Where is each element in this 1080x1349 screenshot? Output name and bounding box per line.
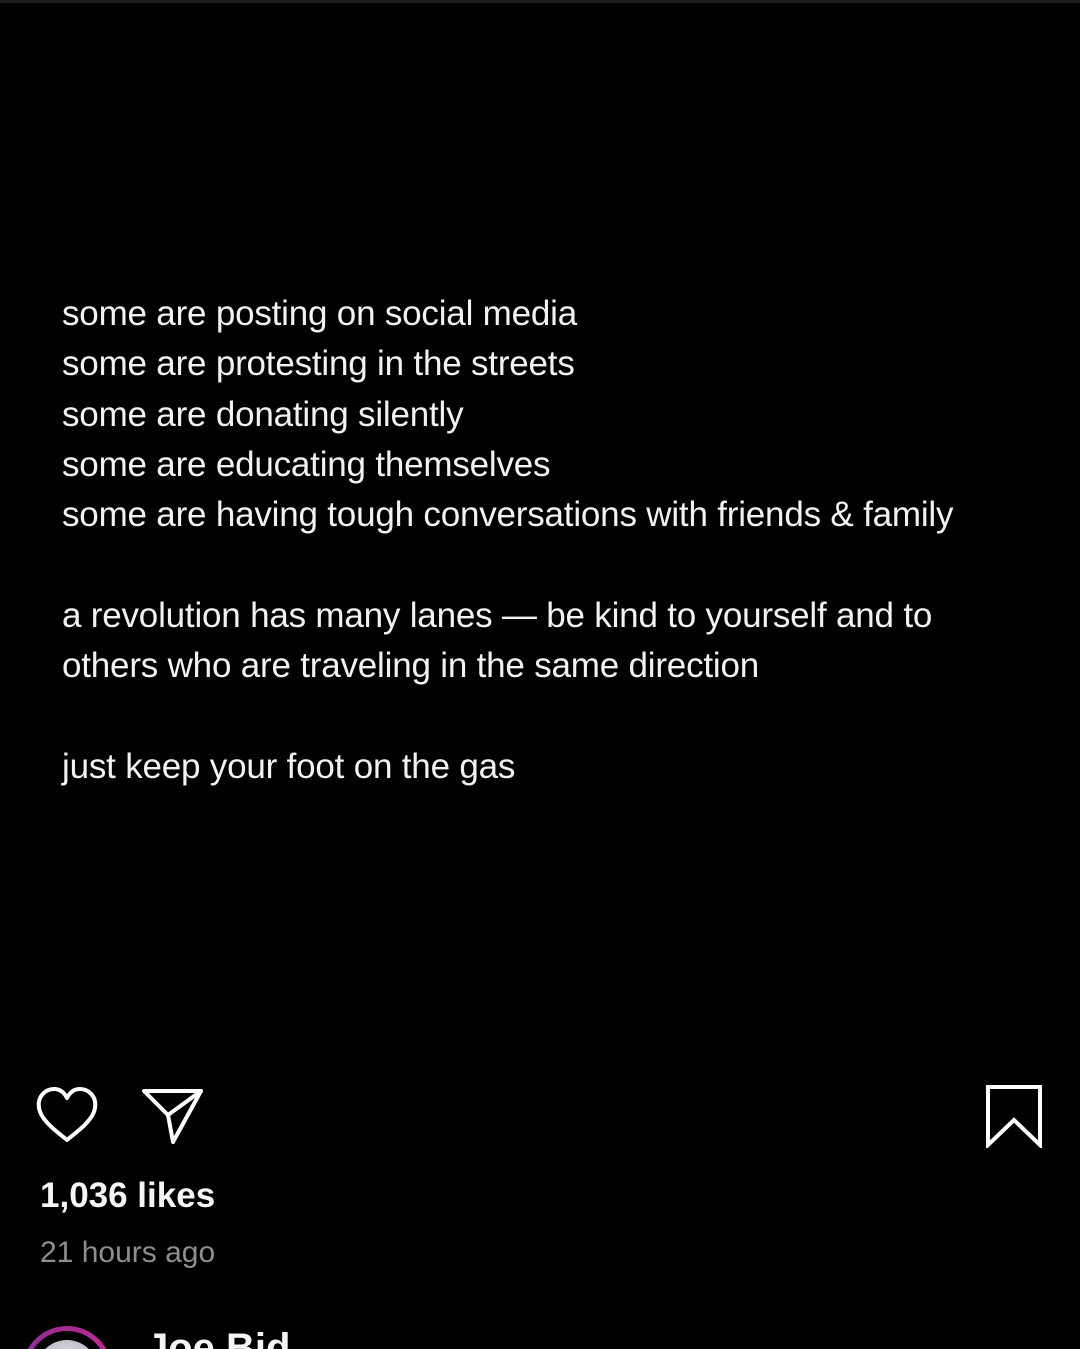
bookmark-icon bbox=[986, 1085, 1042, 1150]
save-button[interactable] bbox=[984, 1084, 1044, 1150]
action-bar bbox=[0, 1080, 1080, 1150]
post-text-line: some are donating silently bbox=[62, 394, 464, 434]
author-username[interactable]: Joe Bid bbox=[146, 1326, 290, 1349]
likes-count[interactable]: 1,036 likes bbox=[40, 1176, 215, 1216]
post-image[interactable]: some are posting on social media some ar… bbox=[0, 3, 1080, 1050]
post-text-line: some are having tough conversations with… bbox=[62, 495, 954, 535]
heart-icon bbox=[36, 1087, 98, 1142]
like-button[interactable] bbox=[35, 1086, 99, 1146]
share-button[interactable] bbox=[140, 1084, 206, 1146]
post-text-line: a revolution has many lanes — be kind to… bbox=[62, 595, 933, 635]
avatar-ring-gap bbox=[27, 1331, 107, 1349]
author-row[interactable]: Joe Bid bbox=[0, 1320, 1080, 1349]
post-text-line: just keep your foot on the gas bbox=[62, 746, 516, 786]
avatar[interactable] bbox=[22, 1326, 112, 1349]
paper-plane-icon bbox=[142, 1089, 203, 1144]
post-timestamp: 21 hours ago bbox=[40, 1236, 216, 1269]
post-text-line: some are educating themselves bbox=[62, 444, 551, 484]
post-text: some are posting on social media some ar… bbox=[62, 289, 1062, 792]
post-text-line: some are protesting in the streets bbox=[62, 344, 575, 384]
avatar-photo bbox=[36, 1340, 98, 1349]
post-text-line: others who are traveling in the same dir… bbox=[62, 646, 760, 686]
post-text-line: some are posting on social media bbox=[62, 294, 577, 333]
